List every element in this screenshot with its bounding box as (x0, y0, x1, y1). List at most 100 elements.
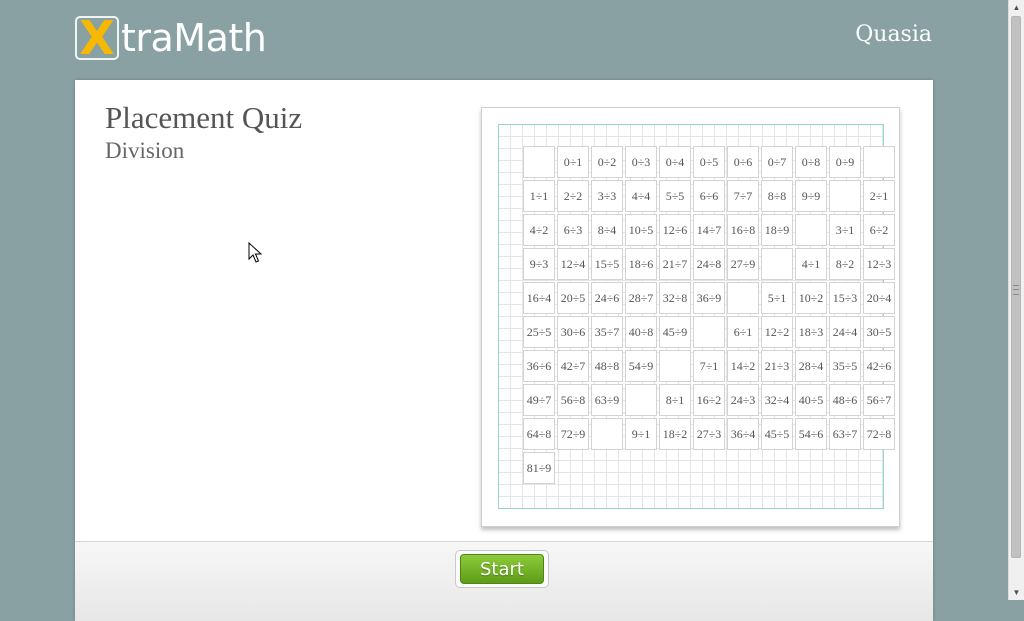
fact-cell: 45÷5 (761, 418, 793, 450)
fact-cell: 6÷1 (727, 316, 759, 348)
xtramath-logo[interactable]: X traMath (75, 15, 267, 61)
fact-cell: 4÷1 (795, 248, 827, 280)
fact-cell: 2÷2 (557, 180, 589, 212)
user-name[interactable]: Quasia (855, 22, 932, 47)
fact-cell: 0÷5 (693, 146, 725, 178)
fact-cell: 0÷9 (829, 146, 861, 178)
fact-cell: 14÷2 (727, 350, 759, 382)
fact-cell: 10÷5 (625, 214, 657, 246)
fact-cell: 12÷6 (659, 214, 691, 246)
fact-cell: 24÷3 (727, 384, 759, 416)
answer-box (523, 146, 555, 178)
fact-cell: 18÷6 (625, 248, 657, 280)
fact-cell: 72÷9 (557, 418, 589, 450)
fact-cell: 36÷6 (523, 350, 555, 382)
fact-cell: 0÷2 (591, 146, 623, 178)
fact-cell: 7÷7 (727, 180, 759, 212)
fact-cell: 64÷8 (523, 418, 555, 450)
fact-cell: 14÷7 (693, 214, 725, 246)
vertical-scrollbar[interactable]: ▲ ▼ (1008, 0, 1024, 600)
fact-cell: 30÷5 (863, 316, 895, 348)
fact-cell: 15÷3 (829, 282, 861, 314)
scroll-down-icon[interactable]: ▼ (1009, 585, 1024, 600)
fact-cell: 40÷8 (625, 316, 657, 348)
footer-bar: Start (75, 541, 933, 621)
fact-cell: 8÷1 (659, 384, 691, 416)
fact-cell: 4÷4 (625, 180, 657, 212)
fact-cell: 16÷2 (693, 384, 725, 416)
start-button[interactable]: Start (460, 554, 544, 584)
fact-cell: 24÷8 (693, 248, 725, 280)
fact-cell: 0÷8 (795, 146, 827, 178)
scroll-up-icon[interactable]: ▲ (1009, 0, 1024, 15)
page-title: Placement Quiz (105, 100, 303, 135)
fact-cell: 9÷9 (795, 180, 827, 212)
start-button-frame: Start (455, 550, 549, 588)
fact-cell: 8÷4 (591, 214, 623, 246)
fact-cell: 48÷6 (829, 384, 861, 416)
answer-box (693, 316, 725, 348)
fact-cell: 16÷4 (523, 282, 555, 314)
scroll-thumb[interactable] (1011, 16, 1021, 558)
fact-cell: 6÷2 (863, 214, 895, 246)
fact-cell: 0÷3 (625, 146, 657, 178)
fact-cell: 0÷1 (557, 146, 589, 178)
fact-cell: 42÷7 (557, 350, 589, 382)
fact-cell: 20÷5 (557, 282, 589, 314)
fact-cell: 27÷9 (727, 248, 759, 280)
fact-cell: 12÷3 (863, 248, 895, 280)
fact-cell: 81÷9 (523, 452, 555, 484)
answer-box (863, 146, 895, 178)
fact-cell: 21÷3 (761, 350, 793, 382)
fact-cell: 2÷1 (863, 180, 895, 212)
answer-box (659, 350, 691, 382)
logo-wordmark: traMath (121, 16, 267, 60)
fact-cell: 25÷5 (523, 316, 555, 348)
fact-cell: 32÷4 (761, 384, 793, 416)
answer-box (795, 214, 827, 246)
fact-cell: 8÷8 (761, 180, 793, 212)
fact-cell: 40÷5 (795, 384, 827, 416)
answer-box (591, 418, 623, 450)
fact-cell: 24÷4 (829, 316, 861, 348)
logo-x-mark: X (75, 15, 119, 61)
fact-cell: 18÷9 (761, 214, 793, 246)
mouse-cursor-icon (248, 242, 262, 263)
fact-cell: 35÷5 (829, 350, 861, 382)
answer-box (829, 180, 861, 212)
fact-cell: 5÷5 (659, 180, 691, 212)
fact-cell: 16÷8 (727, 214, 759, 246)
fact-cell: 3÷1 (829, 214, 861, 246)
fact-cell: 56÷7 (863, 384, 895, 416)
fact-cell: 48÷8 (591, 350, 623, 382)
fact-cell: 32÷8 (659, 282, 691, 314)
fact-cell: 63÷9 (591, 384, 623, 416)
scroll-grip-icon (1013, 285, 1019, 295)
fact-cell: 3÷3 (591, 180, 623, 212)
answer-box (761, 248, 793, 280)
fact-cell: 36÷4 (727, 418, 759, 450)
fact-cell: 7÷1 (693, 350, 725, 382)
fact-cell: 54÷6 (795, 418, 827, 450)
facts-card: 0÷1 0÷2 0÷3 0÷4 0÷5 0÷6 0÷7 0÷8 0÷9 1÷1 2÷2 3÷3 4÷4 5… (481, 107, 900, 527)
fact-cell: 0÷6 (727, 146, 759, 178)
fact-cell: 6÷6 (693, 180, 725, 212)
fact-cell: 18÷2 (659, 418, 691, 450)
fact-cell: 36÷9 (693, 282, 725, 314)
fact-cell: 72÷8 (863, 418, 895, 450)
fact-cell: 1÷1 (523, 180, 555, 212)
fact-cell: 35÷7 (591, 316, 623, 348)
fact-cell: 12÷4 (557, 248, 589, 280)
fact-cell: 54÷9 (625, 350, 657, 382)
fact-cell: 28÷7 (625, 282, 657, 314)
answer-box (625, 384, 657, 416)
fact-cell: 24÷6 (591, 282, 623, 314)
fact-cell: 18÷3 (795, 316, 827, 348)
fact-cell: 49÷7 (523, 384, 555, 416)
main-panel: Placement Quiz Division 0÷1 0÷2 0÷3 0÷4 0÷5 0… (75, 80, 933, 621)
fact-cell: 15÷5 (591, 248, 623, 280)
fact-cell: 10÷2 (795, 282, 827, 314)
fact-cell: 20÷4 (863, 282, 895, 314)
fact-cell: 63÷7 (829, 418, 861, 450)
fact-cell: 4÷2 (523, 214, 555, 246)
